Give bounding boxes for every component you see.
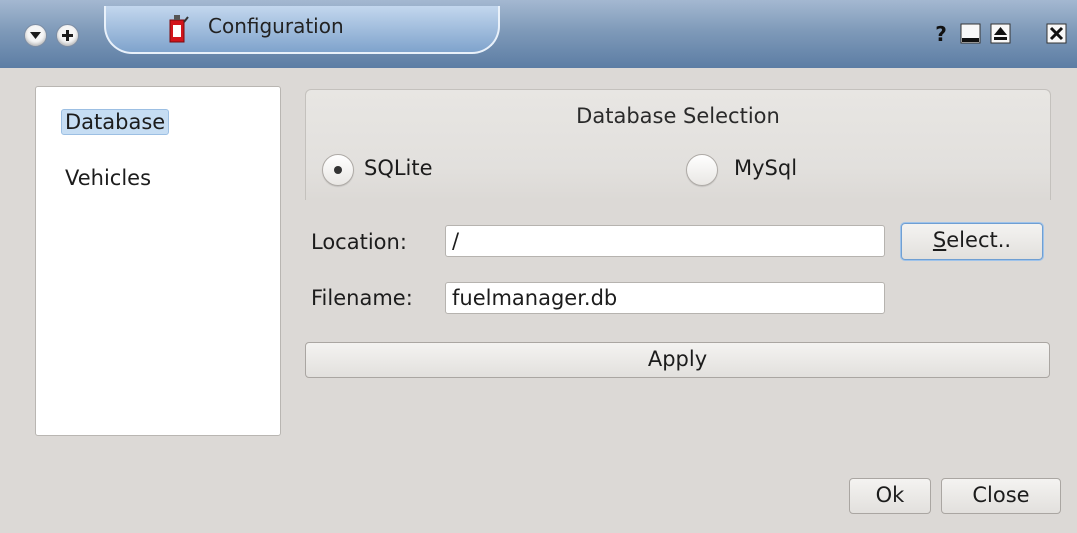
window-title: Configuration (208, 14, 344, 38)
maximize-button[interactable] (988, 20, 1014, 46)
database-selection-group: Database Selection SQLite MySql (305, 89, 1051, 200)
ok-button[interactable]: Ok (849, 478, 931, 514)
location-field[interactable] (445, 225, 885, 257)
sqlite-label[interactable]: SQLite (364, 156, 433, 180)
close-window-button[interactable] (1044, 20, 1070, 46)
filename-field[interactable] (445, 282, 885, 314)
window-menu-button[interactable] (24, 24, 47, 47)
location-label: Location: (311, 230, 407, 254)
title-bar[interactable]: Configuration ? (0, 0, 1077, 68)
maximize-icon (990, 23, 1011, 44)
minimize-button[interactable] (958, 20, 984, 46)
keep-above-button[interactable] (56, 24, 79, 47)
radio-checked-dot (334, 166, 342, 174)
apply-button[interactable]: Apply (305, 342, 1050, 378)
minimize-icon (960, 23, 981, 44)
mysql-label[interactable]: MySql (734, 156, 797, 180)
help-icon: ? (935, 22, 947, 46)
mysql-radio[interactable] (686, 154, 718, 186)
select-label-rest: elect.. (946, 228, 1012, 252)
sidebar-item-vehicles[interactable]: Vehicles (61, 165, 155, 191)
select-mnemonic: S (932, 228, 947, 252)
help-button[interactable]: ? (928, 20, 954, 46)
filename-label: Filename: (311, 286, 413, 310)
chevron-down-icon (30, 32, 41, 39)
sqlite-radio[interactable] (322, 154, 354, 186)
sidebar-item-database[interactable]: Database (61, 109, 170, 135)
category-list: Database Vehicles (35, 86, 281, 436)
select-button[interactable]: Select.. (901, 223, 1043, 260)
plus-icon (62, 30, 73, 41)
fuel-can-icon (169, 15, 189, 43)
close-icon (1046, 23, 1067, 44)
close-button[interactable]: Close (941, 478, 1061, 514)
svg-text:?: ? (935, 22, 947, 46)
group-title: Database Selection (576, 104, 780, 128)
configuration-window: Configuration ? Database Vehicles Databa… (0, 0, 1077, 533)
